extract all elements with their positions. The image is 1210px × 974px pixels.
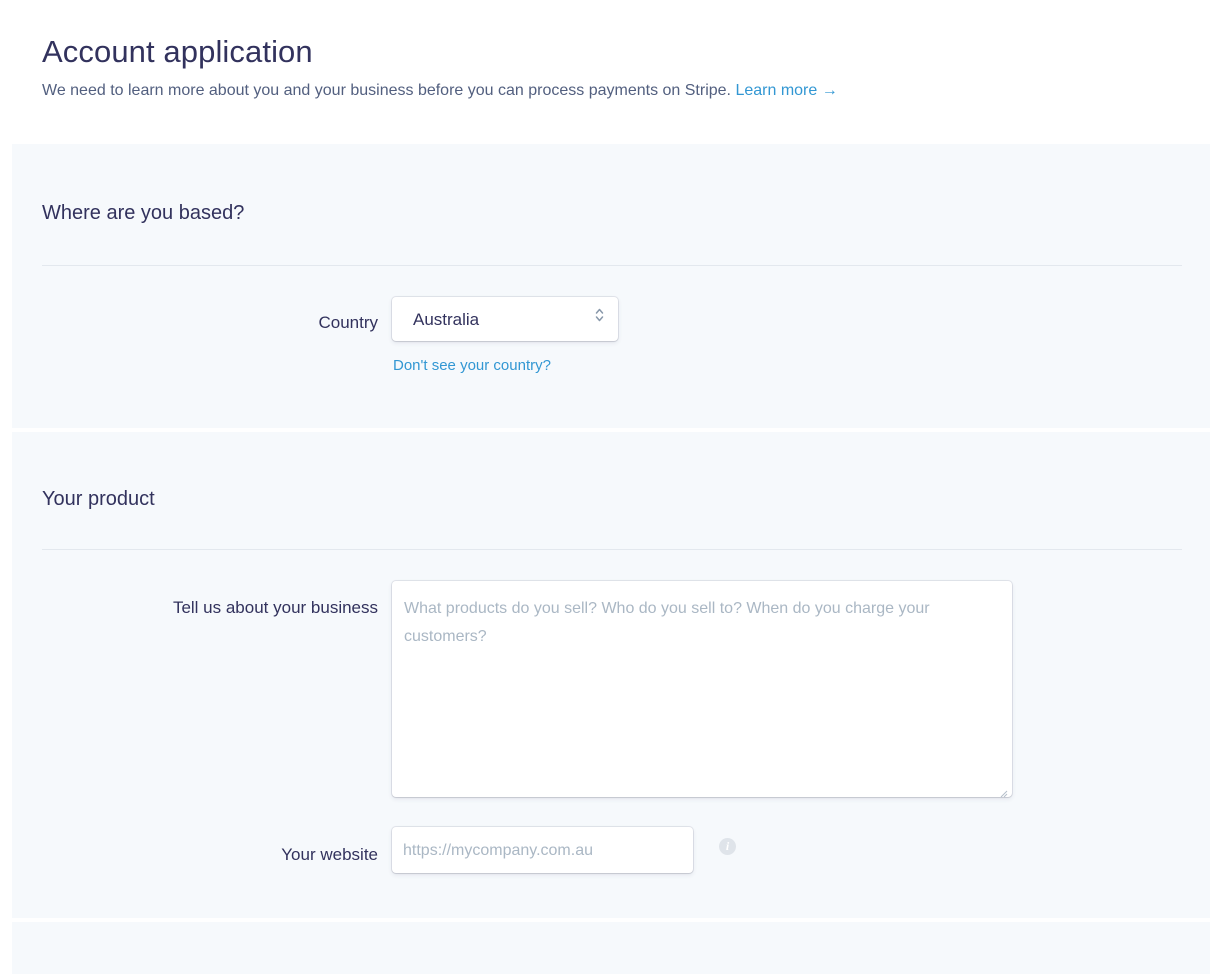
learn-more-label: Learn more (735, 82, 818, 99)
country-select-value: Australia (413, 310, 480, 329)
location-section-title: Where are you based? (42, 202, 245, 224)
product-section-divider (42, 549, 1182, 550)
website-input[interactable]: https://mycompany.com.au (392, 827, 693, 873)
website-input-placeholder: https://mycompany.com.au (403, 842, 593, 859)
arrow-right-icon: → (821, 82, 838, 99)
page-header: Account application We need to learn mor… (42, 34, 1190, 100)
business-description-textarea[interactable]: What products do you sell? Who do you se… (392, 581, 1012, 798)
page-subtitle: We need to learn more about you and your… (42, 82, 1190, 100)
business-description-label: Tell us about your business (172, 598, 378, 617)
country-label: Country (318, 313, 378, 332)
missing-country-link[interactable]: Don't see your country? (393, 357, 551, 374)
subtitle-text: We need to learn more about you and your… (42, 82, 731, 99)
next-section (12, 922, 1210, 974)
info-icon[interactable]: i (719, 838, 736, 855)
product-section-title: Your product (42, 488, 155, 510)
account-application-page: Account application We need to learn mor… (0, 0, 1210, 974)
page-title: Account application (42, 34, 313, 69)
resize-handle-icon[interactable] (1000, 785, 1008, 798)
country-select[interactable]: Australia (392, 297, 618, 341)
website-label: Your website (281, 845, 378, 864)
location-section: Where are you based? (12, 144, 1210, 428)
chevron-up-down-icon (595, 307, 604, 325)
learn-more-link[interactable]: Learn more → (735, 82, 837, 99)
business-description-placeholder: What products do you sell? Who do you se… (404, 600, 930, 645)
location-section-divider (42, 265, 1182, 266)
